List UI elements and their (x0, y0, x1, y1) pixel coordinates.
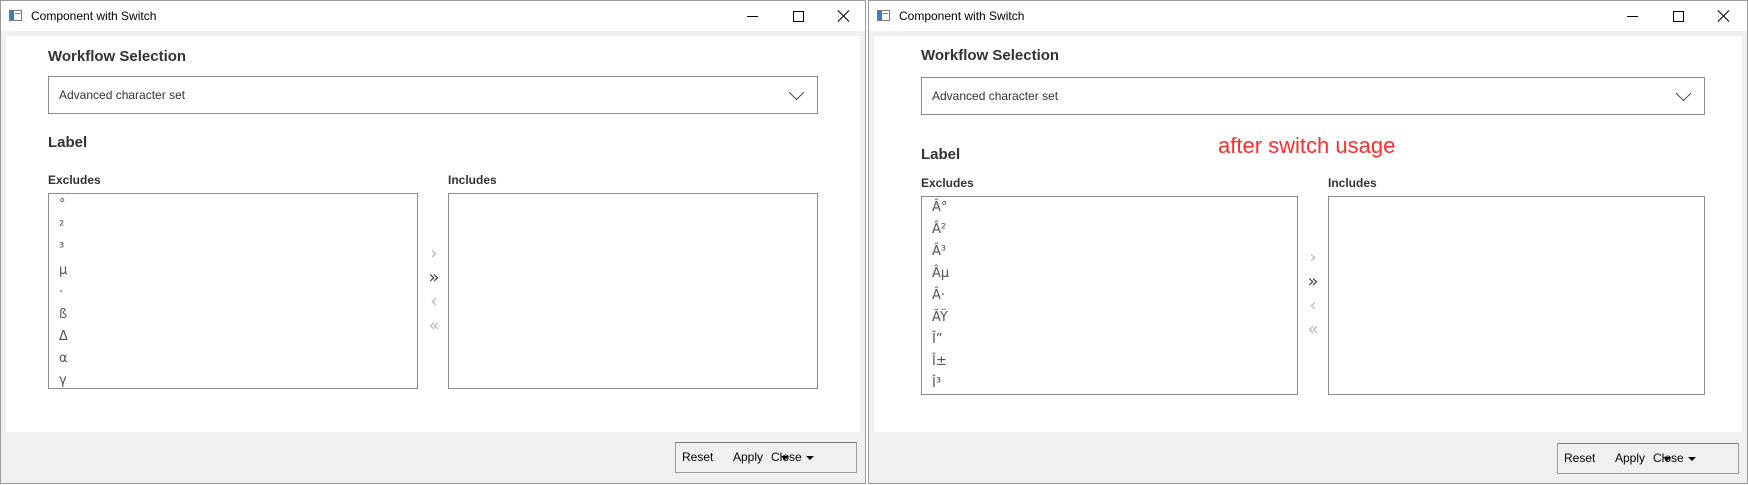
workflow-dropdown[interactable]: Advanced character set (48, 76, 818, 114)
list-item[interactable]: Î³ (922, 373, 1297, 394)
list-item[interactable]: Â² (922, 219, 1297, 241)
excludes-label: Excludes (48, 173, 101, 187)
workflow-dropdown-value: Advanced character set (59, 88, 186, 102)
close-dropdown-icon (806, 456, 814, 460)
move-all-right-button[interactable]: » (426, 268, 442, 288)
close-button[interactable]: Close (1630, 444, 1700, 473)
titlebar: Component with Switch (1, 1, 865, 31)
maximize-icon (1672, 10, 1684, 22)
minimize-icon (1626, 15, 1638, 17)
content-panel: Workflow Selection Advanced character se… (6, 36, 860, 432)
close-window-button[interactable] (821, 1, 867, 31)
footer-button-group: Reset Apply Close (675, 442, 857, 473)
app-icon (9, 10, 22, 21)
includes-label: Includes (448, 173, 497, 187)
close-icon (838, 10, 850, 22)
list-item[interactable]: ² (49, 216, 417, 238)
app-icon (877, 10, 890, 21)
maximize-button[interactable] (1655, 1, 1701, 31)
list-item[interactable]: Î” (922, 329, 1297, 351)
minimize-button[interactable] (1609, 1, 1655, 31)
list-item[interactable]: Â° (922, 197, 1297, 219)
close-icon (1718, 10, 1730, 22)
right-window: Component with Switch Workflow Selection… (868, 0, 1748, 484)
list-item[interactable]: Î± (922, 351, 1297, 373)
window-title: Component with Switch (899, 9, 1025, 23)
content-panel: Workflow Selection Advanced character se… (874, 36, 1742, 432)
chevron-down-icon (788, 84, 805, 101)
left-window: Component with Switch Workflow Selection… (0, 0, 866, 484)
footer-button-group: Reset Apply Close (1557, 443, 1739, 474)
titlebar: Component with Switch (869, 1, 1747, 31)
label-heading: Label (921, 146, 961, 163)
excludes-list[interactable]: Â° Â² Â³ Âµ Â· ÃŸ Î” Î± Î³ (921, 196, 1298, 395)
close-button[interactable]: Close (748, 443, 818, 472)
chevron-down-icon (1675, 85, 1692, 102)
workflow-dropdown-value: Advanced character set (932, 89, 1059, 103)
close-dropdown-icon (1688, 457, 1696, 461)
maximize-button[interactable] (775, 1, 821, 31)
list-item[interactable]: Â· (922, 285, 1297, 307)
move-left-button[interactable]: ‹ (1305, 296, 1321, 316)
close-window-button[interactable] (1701, 1, 1747, 31)
move-right-button[interactable]: › (426, 244, 442, 264)
list-item[interactable]: ° (49, 194, 417, 216)
maximize-icon (792, 10, 804, 22)
excludes-list[interactable]: ° ² ³ µ · ß Δ α γ (48, 193, 418, 389)
list-item[interactable]: ³ (49, 238, 417, 260)
workflow-selection-heading: Workflow Selection (921, 47, 1060, 64)
label-heading: Label (48, 134, 88, 151)
list-item[interactable]: Â³ (922, 241, 1297, 263)
includes-list[interactable] (1328, 196, 1705, 395)
window-title: Component with Switch (31, 9, 157, 23)
list-item[interactable]: Δ (49, 326, 417, 348)
includes-label: Includes (1328, 176, 1377, 190)
list-item[interactable]: α (49, 348, 417, 370)
close-label: Close (1653, 451, 1684, 465)
workflow-dropdown[interactable]: Advanced character set (921, 77, 1705, 115)
apply-button[interactable]: Apply (1558, 444, 1671, 473)
move-all-right-button[interactable]: » (1305, 272, 1321, 292)
list-item[interactable]: µ (49, 260, 417, 282)
list-item[interactable]: γ (49, 370, 417, 388)
minimize-button[interactable] (729, 1, 775, 31)
move-right-button[interactable]: › (1305, 248, 1321, 268)
move-all-left-button[interactable]: « (1305, 320, 1321, 340)
list-item[interactable]: ÃŸ (922, 307, 1297, 329)
apply-button[interactable]: Apply (676, 443, 789, 472)
includes-list[interactable] (448, 193, 818, 389)
list-item[interactable]: · (49, 282, 417, 304)
close-label: Close (771, 450, 802, 464)
excludes-label: Excludes (921, 176, 974, 190)
move-all-left-button[interactable]: « (426, 316, 442, 336)
list-item[interactable]: Âµ (922, 263, 1297, 285)
list-item[interactable]: ß (49, 304, 417, 326)
annotation-text: after switch usage (1218, 133, 1396, 158)
workflow-selection-heading: Workflow Selection (48, 48, 187, 65)
minimize-icon (746, 15, 758, 17)
move-left-button[interactable]: ‹ (426, 292, 442, 312)
